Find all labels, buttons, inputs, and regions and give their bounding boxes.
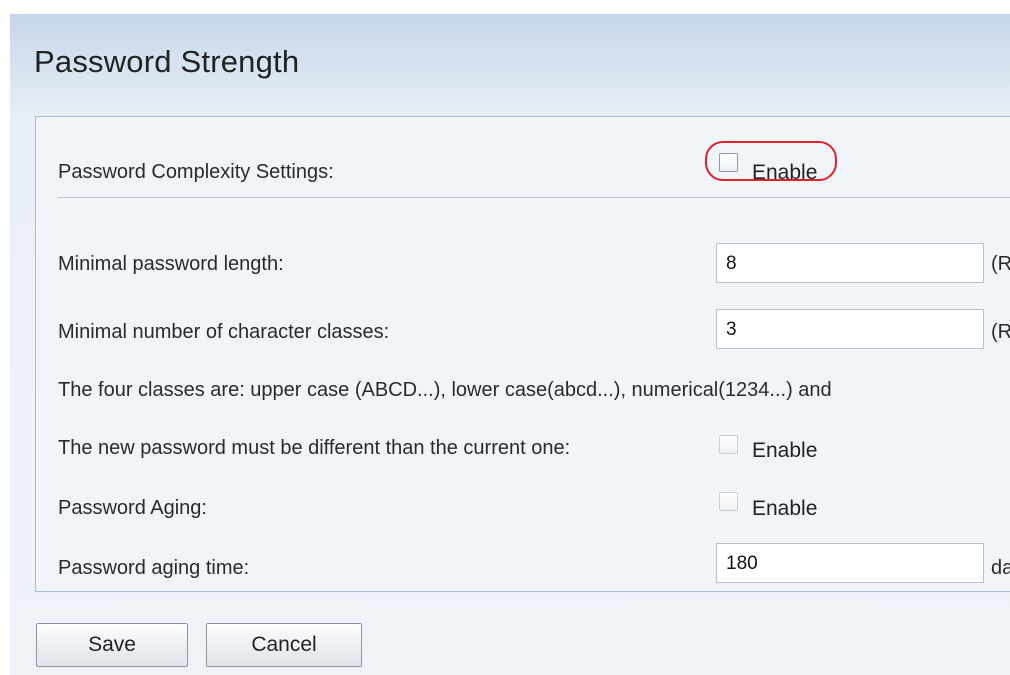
min-classes-suffix: (R	[991, 321, 1010, 343]
complexity-enable-checkbox[interactable]	[719, 153, 738, 172]
min-length-label: Minimal password length:	[58, 253, 284, 275]
classes-note: The four classes are: upper case (ABCD..…	[58, 379, 832, 401]
page-container: Password Strength Password Complexity Se…	[10, 14, 1010, 675]
section-divider	[58, 197, 1010, 198]
min-length-suffix: (R	[991, 253, 1010, 275]
different-password-enable-label: Enable	[752, 439, 818, 462]
cancel-button[interactable]: Cancel	[206, 623, 362, 667]
min-length-input[interactable]: 8	[716, 243, 984, 283]
page-title: Password Strength	[34, 44, 300, 79]
aging-time-suffix: da	[991, 557, 1010, 579]
different-password-checkbox[interactable]	[719, 435, 738, 454]
password-aging-enable-label: Enable	[752, 497, 818, 520]
save-button[interactable]: Save	[36, 623, 188, 667]
aging-time-input[interactable]: 180	[716, 543, 984, 583]
complexity-enable-label: Enable	[752, 161, 818, 184]
min-classes-input[interactable]: 3	[716, 309, 984, 349]
password-aging-label: Password Aging:	[58, 497, 207, 519]
different-password-label: The new password must be different than …	[58, 437, 571, 459]
settings-panel: Password Complexity Settings: Enable Min…	[35, 116, 1010, 592]
complexity-settings-label: Password Complexity Settings:	[58, 161, 334, 183]
min-classes-label: Minimal number of character classes:	[58, 321, 390, 343]
password-aging-checkbox[interactable]	[719, 492, 738, 511]
aging-time-label: Password aging time:	[58, 557, 250, 579]
